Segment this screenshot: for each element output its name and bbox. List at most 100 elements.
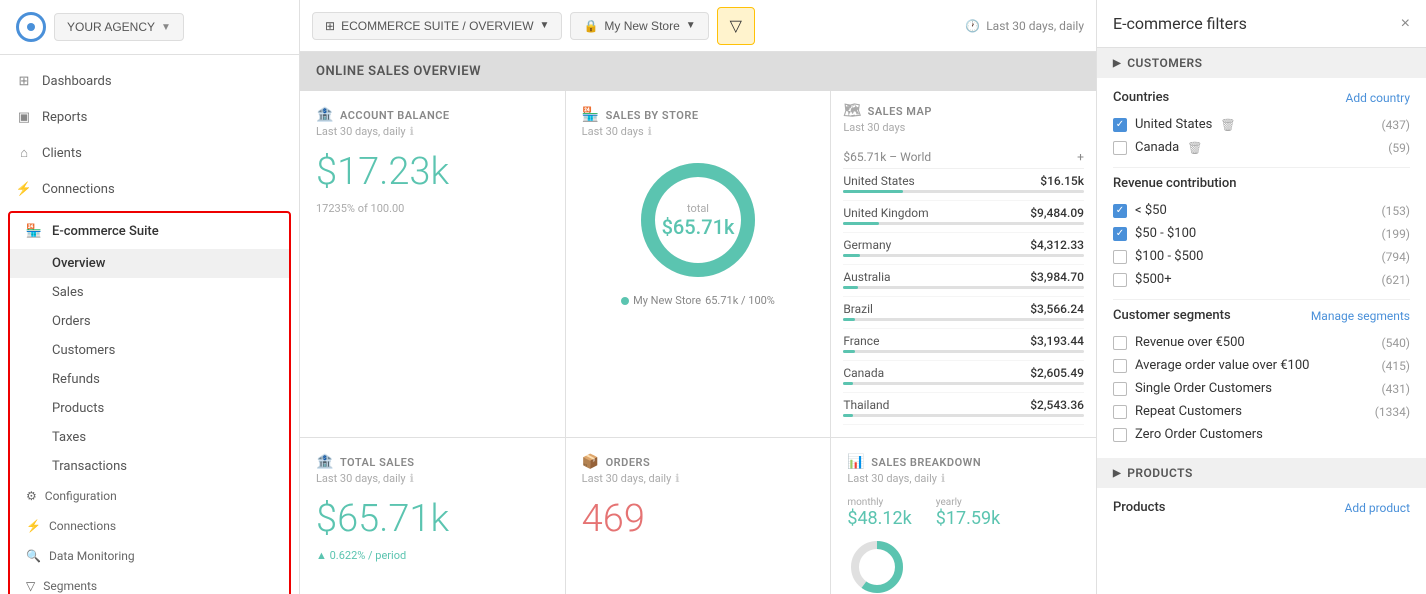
card-icon: 🏦 — [316, 107, 334, 123]
add-product-link[interactable]: Add product — [1345, 501, 1410, 515]
agency-dropdown[interactable]: YOUR AGENCY ▼ — [54, 13, 184, 41]
checkbox-rev-3[interactable] — [1113, 250, 1127, 264]
rev-label-2: $50 - $100 — [1135, 226, 1196, 241]
sidebar-sub-products[interactable]: Products — [10, 394, 289, 423]
seg-count-3: (431) — [1381, 382, 1410, 396]
manage-segments-link[interactable]: Manage segments — [1311, 309, 1410, 323]
checkbox-rev-2[interactable]: ✓ — [1113, 227, 1127, 241]
config-label: Data Monitoring — [49, 549, 135, 563]
map-row: United States $16.15k — [843, 169, 1084, 201]
revenue-row-2: ✓ $50 - $100 (199) — [1113, 222, 1410, 245]
checkbox-ca[interactable] — [1113, 141, 1127, 155]
card-subtitle: Last 30 days, daily ℹ — [316, 125, 549, 138]
chevron-down-icon: ▼ — [540, 20, 550, 31]
seg-count-1: (540) — [1381, 336, 1410, 350]
delete-ca-button[interactable]: 🗑 — [1187, 141, 1202, 155]
ecommerce-suite-label: E-commerce Suite — [52, 224, 159, 239]
filter-section-customers[interactable]: ▶ CUSTOMERS — [1097, 48, 1426, 78]
card-subtitle: Last 30 days, daily ℹ — [316, 472, 549, 485]
checkbox-seg-5[interactable] — [1113, 428, 1127, 442]
store-icon: 🏪 — [582, 107, 600, 123]
store-icon: 🏪 — [26, 223, 42, 239]
segment-row-2: Average order value over €100 (415) — [1113, 354, 1410, 377]
sidebar-config-data-monitoring[interactable]: 🔍 Data Monitoring — [10, 541, 289, 571]
rev-count-4: (621) — [1381, 273, 1410, 287]
plug-icon: ⚡ — [16, 181, 32, 197]
sidebar-sub-sales[interactable]: Sales — [10, 278, 289, 307]
sidebar-item-reports[interactable]: ▣ Reports — [0, 99, 299, 135]
rev-label-3: $100 - $500 — [1135, 249, 1204, 264]
country-ca-count: (59) — [1388, 141, 1410, 155]
donut-total-label: total — [662, 202, 735, 215]
sidebar-sub-overview[interactable]: Overview — [10, 249, 289, 278]
checkbox-seg-4[interactable] — [1113, 405, 1127, 419]
country-us-label: United States — [1135, 117, 1212, 132]
sidebar-config-configuration[interactable]: ⚙ Configuration — [10, 481, 289, 511]
sidebar-sub-orders[interactable]: Orders — [10, 307, 289, 336]
plug2-icon: ⚡ — [26, 519, 41, 533]
segment-row-4: Repeat Customers (1334) — [1113, 400, 1410, 423]
delete-us-button[interactable]: 🗑 — [1220, 118, 1235, 132]
filter-close-button[interactable]: × — [1401, 15, 1410, 33]
small-donut-container — [847, 537, 1080, 594]
donut-total-value: $65.71k — [662, 215, 735, 239]
checkbox-rev-1[interactable]: ✓ — [1113, 204, 1127, 218]
card-title: 🗺 SALES MAP — [843, 103, 1084, 119]
info-icon: ℹ — [648, 125, 652, 138]
map-row-bar — [843, 350, 1084, 353]
card-subtitle: Last 30 days, daily ℹ — [582, 472, 815, 485]
rev-count-2: (199) — [1381, 227, 1410, 241]
filter-panel-header: E-commerce filters × — [1097, 0, 1426, 48]
sidebar-sub-customers[interactable]: Customers — [10, 336, 289, 365]
checkbox-us[interactable]: ✓ — [1113, 118, 1127, 132]
ecommerce-suite-section: 🏪 E-commerce Suite Overview Sales Orders… — [8, 211, 291, 594]
segments-label: Customer segments — [1113, 308, 1231, 323]
sidebar-item-connections[interactable]: ⚡ Connections — [0, 171, 299, 207]
card-sales-by-store: 🏪 SALES BY STORE Last 30 days ℹ total — [566, 91, 831, 437]
chevron-right-icon-products: ▶ — [1113, 468, 1121, 479]
seg-label-4: Repeat Customers — [1135, 404, 1242, 419]
sidebar-config-segments[interactable]: ▽ Segments — [10, 571, 289, 594]
map-row-bar-fill — [843, 286, 857, 289]
plus-icon[interactable]: + — [1077, 150, 1084, 164]
map-row-label: United States — [843, 174, 914, 188]
divider2 — [1113, 299, 1410, 300]
filter-section-products[interactable]: ▶ PRODUCTS — [1097, 458, 1426, 488]
segment-row-1: Revenue over €500 (540) — [1113, 331, 1410, 354]
rev-count-1: (153) — [1381, 204, 1410, 218]
seg-count-2: (415) — [1381, 359, 1410, 373]
map-row-value: $3,984.70 — [1030, 270, 1084, 284]
revenue-label: Revenue contribution — [1113, 176, 1236, 191]
suite-grid-icon: ⊞ — [325, 19, 335, 33]
checkbox-seg-1[interactable] — [1113, 336, 1127, 350]
checkbox-seg-3[interactable] — [1113, 382, 1127, 396]
sidebar-item-clients[interactable]: ⌂ Clients — [0, 135, 299, 171]
sidebar-item-dashboards[interactable]: ⊞ Dashboards — [0, 63, 299, 99]
filter-panel: E-commerce filters × ▶ CUSTOMERS Countri… — [1096, 0, 1426, 594]
map-row-label: France — [843, 334, 879, 348]
add-country-link[interactable]: Add country — [1346, 91, 1410, 105]
sidebar-sub-refunds[interactable]: Refunds — [10, 365, 289, 394]
map-row-bar-fill — [843, 222, 879, 225]
map-row-bar-fill — [843, 254, 860, 257]
ecommerce-suite-header[interactable]: 🏪 E-commerce Suite — [10, 213, 289, 249]
checkbox-rev-4[interactable] — [1113, 273, 1127, 287]
info-icon: ℹ — [410, 125, 414, 138]
seg-label-1: Revenue over €500 — [1135, 335, 1245, 350]
card-subtitle: Last 30 days, daily ℹ — [847, 472, 1080, 485]
sidebar-config-connections[interactable]: ⚡ Connections — [10, 511, 289, 541]
sidebar-sub-taxes[interactable]: Taxes — [10, 423, 289, 452]
store-dropdown[interactable]: 🔒 My New Store ▼ — [570, 12, 708, 40]
checkbox-seg-2[interactable] — [1113, 359, 1127, 373]
suite-dropdown[interactable]: ⊞ ECOMMERCE SUITE / OVERVIEW ▼ — [312, 12, 562, 40]
filter-icon: ▽ — [26, 579, 35, 593]
filter-button[interactable]: ▽ — [717, 7, 755, 45]
map-row-label: United Kingdom — [843, 206, 928, 220]
products-section-label: PRODUCTS — [1127, 466, 1193, 480]
map-row-label: Canada — [843, 366, 884, 380]
donut-chart: total $65.71k — [633, 150, 763, 290]
sidebar-sub-transactions[interactable]: Transactions — [10, 452, 289, 481]
map-rows: United States $16.15k United Kingdom $9,… — [843, 169, 1084, 425]
map-row-label: Germany — [843, 238, 891, 252]
products-header: Products Add product — [1113, 500, 1410, 515]
